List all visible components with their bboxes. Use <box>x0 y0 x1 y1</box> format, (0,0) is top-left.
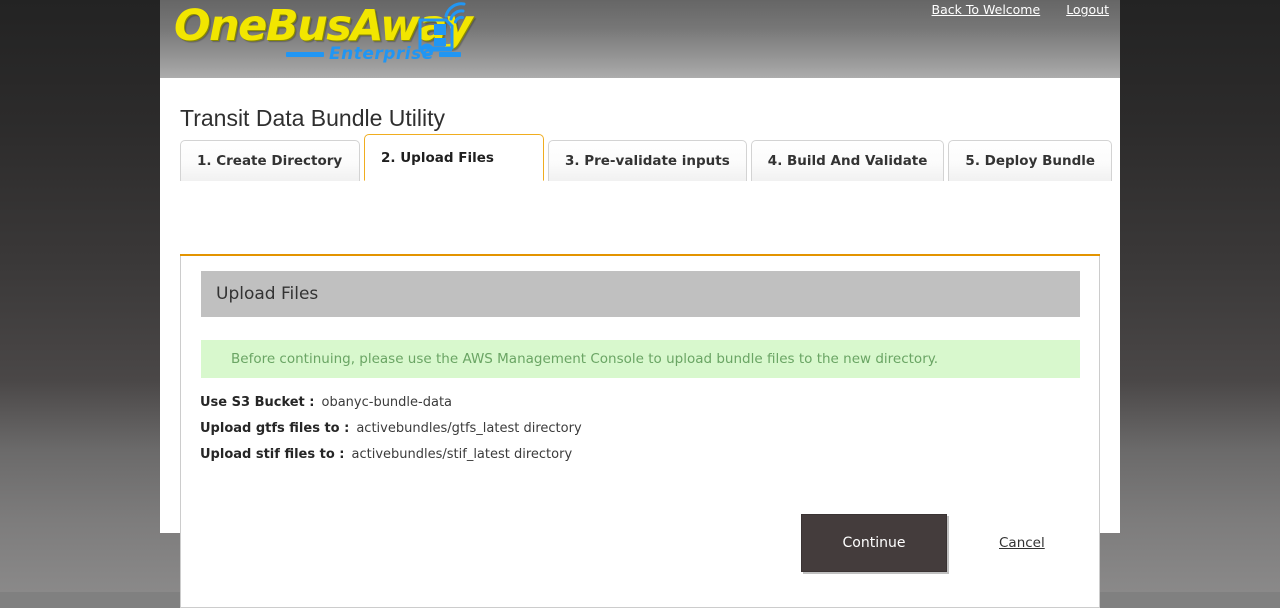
tab-pre-validate-inputs-label: 3. Pre-validate inputs <box>565 153 730 169</box>
page-background: OneBusAway Enterprise Back To Welcome Lo… <box>0 0 1280 608</box>
tab-upload-files-label: 2. Upload Files <box>381 149 494 166</box>
site-container: OneBusAway Enterprise Back To Welcome Lo… <box>160 0 1120 608</box>
header-links: Back To Welcome Logout <box>932 2 1109 17</box>
tab-upload-files[interactable]: 2. Upload Files <box>364 134 544 181</box>
site-header: OneBusAway Enterprise Back To Welcome Lo… <box>160 0 1120 78</box>
tab-pre-validate-inputs[interactable]: 3. Pre-validate inputs <box>548 140 747 181</box>
tab-create-directory[interactable]: 1. Create Directory <box>180 140 360 181</box>
tab-bar: 1. Create Directory 2. Upload Files 3. P… <box>180 134 1113 181</box>
tab-create-directory-label: 1. Create Directory <box>197 153 343 169</box>
field-value-s3-bucket: obanyc-bundle-data <box>321 395 453 410</box>
tab-deploy-bundle[interactable]: 5. Deploy Bundle <box>948 140 1113 181</box>
onebusaway-logo[interactable]: OneBusAway Enterprise <box>168 0 473 70</box>
upload-files-panel: Upload Files Before continuing, please u… <box>180 256 1100 608</box>
field-label-gtfs-path: Upload gtfs files to : <box>200 421 350 436</box>
panel-heading-label: Upload Files <box>216 284 319 304</box>
field-row-gtfs-path: Upload gtfs files to : activebundles/gtf… <box>200 421 900 447</box>
field-value-gtfs-path: activebundles/gtfs_latest directory <box>356 421 582 436</box>
field-label-stif-path: Upload stif files to : <box>200 447 345 462</box>
panel-heading: Upload Files <box>201 271 1080 317</box>
back-to-welcome-link[interactable]: Back To Welcome <box>932 2 1041 17</box>
tab-build-and-validate-label: 4. Build And Validate <box>767 153 928 169</box>
notice-banner: Before continuing, please use the AWS Ma… <box>201 340 1080 378</box>
page-title: Transit Data Bundle Utility <box>180 105 446 131</box>
field-list: Use S3 Bucket : obanyc-bundle-data Uploa… <box>200 395 900 473</box>
tab-build-and-validate[interactable]: 4. Build And Validate <box>750 140 945 181</box>
logout-link[interactable]: Logout <box>1066 2 1109 17</box>
field-row-s3-bucket: Use S3 Bucket : obanyc-bundle-data <box>200 395 900 421</box>
field-value-stif-path: activebundles/stif_latest directory <box>351 447 573 462</box>
field-row-stif-path: Upload stif files to : activebundles/sti… <box>200 447 900 473</box>
field-label-s3-bucket: Use S3 Bucket : <box>200 395 315 410</box>
panel-actions: Continue Cancel <box>801 514 1045 572</box>
continue-button[interactable]: Continue <box>801 514 947 572</box>
cancel-link[interactable]: Cancel <box>999 535 1045 551</box>
logo-bar-left <box>286 51 324 57</box>
notice-banner-text: Before continuing, please use the AWS Ma… <box>231 351 939 367</box>
tab-deploy-bundle-label: 5. Deploy Bundle <box>965 153 1096 169</box>
bus-wifi-icon <box>418 2 466 57</box>
